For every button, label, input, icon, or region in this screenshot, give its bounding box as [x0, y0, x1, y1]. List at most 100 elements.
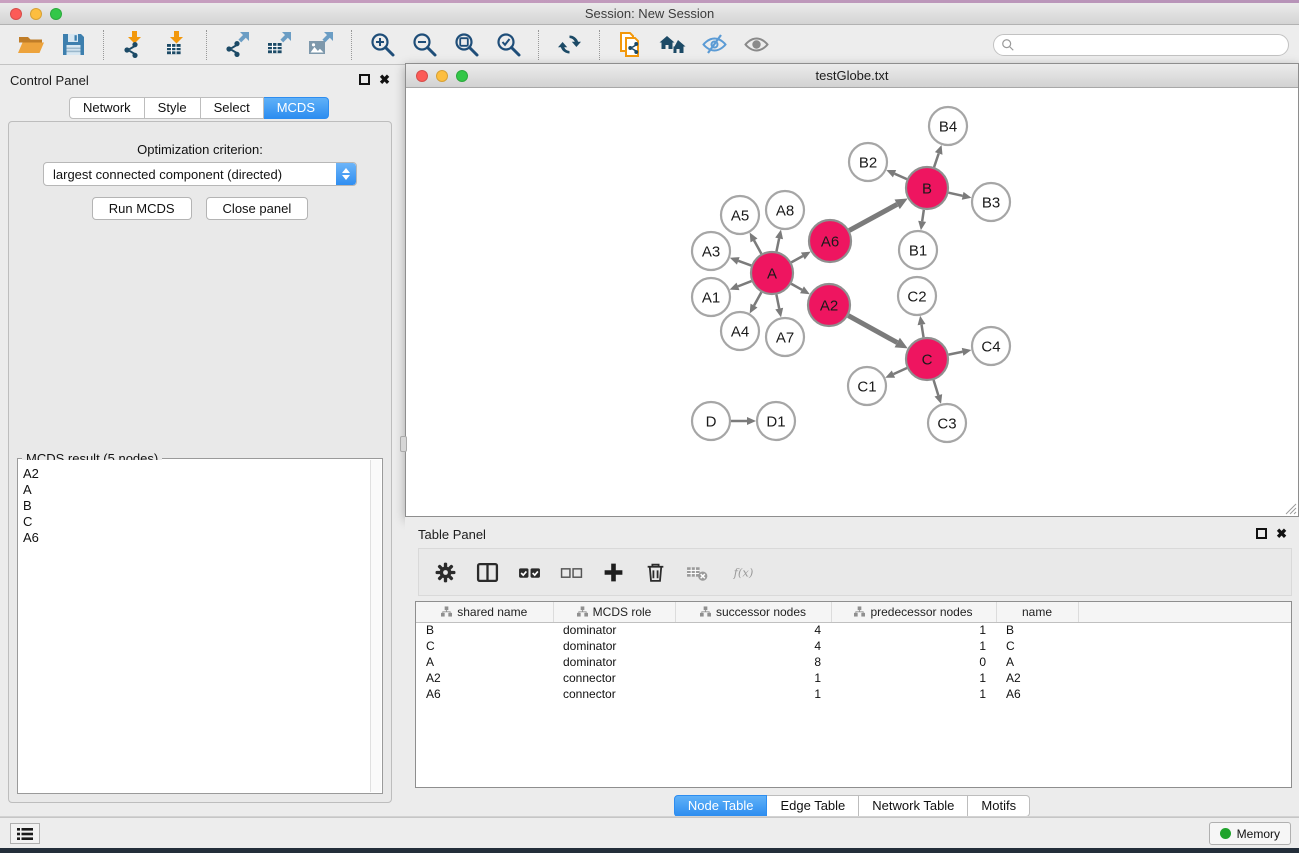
graph-node-A1[interactable]: A1: [692, 278, 730, 316]
tab-network[interactable]: Network: [69, 97, 145, 119]
copy-style-button[interactable]: [609, 28, 651, 62]
table-close-panel-icon[interactable]: ✖: [1276, 528, 1287, 539]
table-row[interactable]: Bdominator41B: [416, 622, 1291, 638]
memory-button[interactable]: Memory: [1209, 822, 1291, 845]
search-field[interactable]: [993, 34, 1289, 56]
table-cell[interactable]: A: [996, 654, 1078, 670]
network-close-button[interactable]: [416, 70, 428, 82]
table-cell[interactable]: 1: [675, 686, 831, 702]
table-cell[interactable]: dominator: [553, 654, 675, 670]
graph-node-A8[interactable]: A8: [766, 191, 804, 229]
mcds-result-item[interactable]: A: [19, 482, 370, 498]
column-header-MCDS-role[interactable]: MCDS role: [553, 602, 675, 622]
column-header-name[interactable]: name: [996, 602, 1078, 622]
mcds-result-item[interactable]: B: [19, 498, 370, 514]
mcds-result-item[interactable]: C: [19, 514, 370, 530]
graph-node-B4[interactable]: B4: [929, 107, 967, 145]
panel-splitter-handle[interactable]: [400, 436, 407, 452]
close-panel-button[interactable]: Close panel: [206, 197, 309, 220]
graph-node-B3[interactable]: B3: [972, 183, 1010, 221]
close-panel-icon[interactable]: ✖: [379, 74, 390, 85]
split-columns-button[interactable]: [474, 559, 500, 585]
tab-node-table[interactable]: Node Table: [674, 795, 768, 817]
tab-edge-table[interactable]: Edge Table: [767, 795, 859, 817]
table-float-panel-icon[interactable]: [1256, 528, 1267, 539]
table-row[interactable]: Cdominator41C: [416, 638, 1291, 654]
import-network-button[interactable]: [113, 28, 155, 62]
table-cell[interactable]: A2: [996, 670, 1078, 686]
table-cell[interactable]: 1: [831, 670, 996, 686]
graph-node-B1[interactable]: B1: [899, 231, 937, 269]
zoom-fit-button[interactable]: [445, 28, 487, 62]
graph-node-A4[interactable]: A4: [721, 312, 759, 350]
open-folder-button[interactable]: [10, 28, 52, 62]
table-cell[interactable]: B: [996, 622, 1078, 638]
mcds-result-scrollbar[interactable]: [370, 460, 381, 792]
graph-node-A2[interactable]: A2: [808, 284, 850, 326]
table-cell[interactable]: dominator: [553, 638, 675, 654]
search-input[interactable]: [1020, 38, 1281, 52]
mcds-result-item[interactable]: A6: [19, 530, 370, 546]
hide-selected-button[interactable]: [693, 28, 735, 62]
table-cell[interactable]: 0: [831, 654, 996, 670]
table-cell[interactable]: 4: [675, 622, 831, 638]
select-all-checkboxes-button[interactable]: [516, 559, 542, 585]
tab-motifs[interactable]: Motifs: [968, 795, 1030, 817]
graph-node-C2[interactable]: C2: [898, 277, 936, 315]
table-cell[interactable]: 4: [675, 638, 831, 654]
tab-mcds[interactable]: MCDS: [264, 97, 329, 119]
run-mcds-button[interactable]: Run MCDS: [92, 197, 192, 220]
graph-node-C3[interactable]: C3: [928, 404, 966, 442]
export-table-button[interactable]: [258, 28, 300, 62]
graph-node-A7[interactable]: A7: [766, 318, 804, 356]
add-column-button[interactable]: [600, 559, 626, 585]
table-cell[interactable]: 1: [675, 670, 831, 686]
mcds-result-item[interactable]: A2: [19, 466, 370, 482]
graph-node-B[interactable]: B: [906, 167, 948, 209]
zoom-out-button[interactable]: [403, 28, 445, 62]
tab-select[interactable]: Select: [201, 97, 264, 119]
table-cell[interactable]: 8: [675, 654, 831, 670]
tab-style[interactable]: Style: [145, 97, 201, 119]
save-session-button[interactable]: [52, 28, 94, 62]
criterion-dropdown[interactable]: largest connected component (directed): [43, 162, 357, 186]
zoom-in-button[interactable]: [361, 28, 403, 62]
table-cell[interactable]: C: [416, 638, 553, 654]
export-network-button[interactable]: [216, 28, 258, 62]
export-image-button[interactable]: [300, 28, 342, 62]
minimize-window-button[interactable]: [30, 8, 42, 20]
column-header-successor-nodes[interactable]: successor nodes: [675, 602, 831, 622]
table-cell[interactable]: C: [996, 638, 1078, 654]
table-cell[interactable]: 1: [831, 638, 996, 654]
graph-node-C1[interactable]: C1: [848, 367, 886, 405]
table-row[interactable]: A2connector11A2: [416, 670, 1291, 686]
table-row[interactable]: A6connector11A6: [416, 686, 1291, 702]
deselect-all-checkboxes-button[interactable]: [558, 559, 584, 585]
task-history-button[interactable]: [10, 823, 40, 844]
graph-node-A[interactable]: A: [751, 252, 793, 294]
table-row[interactable]: Adominator80A: [416, 654, 1291, 670]
network-zoom-button[interactable]: [456, 70, 468, 82]
graph-node-A3[interactable]: A3: [692, 232, 730, 270]
tab-network-table[interactable]: Network Table: [859, 795, 968, 817]
zoom-window-button[interactable]: [50, 8, 62, 20]
graph-node-C4[interactable]: C4: [972, 327, 1010, 365]
zoom-selected-button[interactable]: [487, 28, 529, 62]
network-canvas[interactable]: B4B2BB3B1A5A8A6A3AA1A2A4A7C2C4CC1C3DD1: [406, 89, 1298, 516]
table-cell[interactable]: dominator: [553, 622, 675, 638]
graph-node-D[interactable]: D: [692, 402, 730, 440]
refresh-layout-button[interactable]: [548, 28, 590, 62]
table-cell[interactable]: A6: [416, 686, 553, 702]
delete-column-button[interactable]: [642, 559, 668, 585]
import-table-button[interactable]: [155, 28, 197, 62]
table-cell[interactable]: A: [416, 654, 553, 670]
home-view-button[interactable]: [651, 28, 693, 62]
table-cell[interactable]: 1: [831, 622, 996, 638]
graph-node-D1[interactable]: D1: [757, 402, 795, 440]
table-cell[interactable]: A6: [996, 686, 1078, 702]
mcds-result-list[interactable]: A2ABCA6: [19, 460, 370, 792]
graph-node-B2[interactable]: B2: [849, 143, 887, 181]
table-cell[interactable]: connector: [553, 670, 675, 686]
table-cell[interactable]: 1: [831, 686, 996, 702]
table-cell[interactable]: B: [416, 622, 553, 638]
